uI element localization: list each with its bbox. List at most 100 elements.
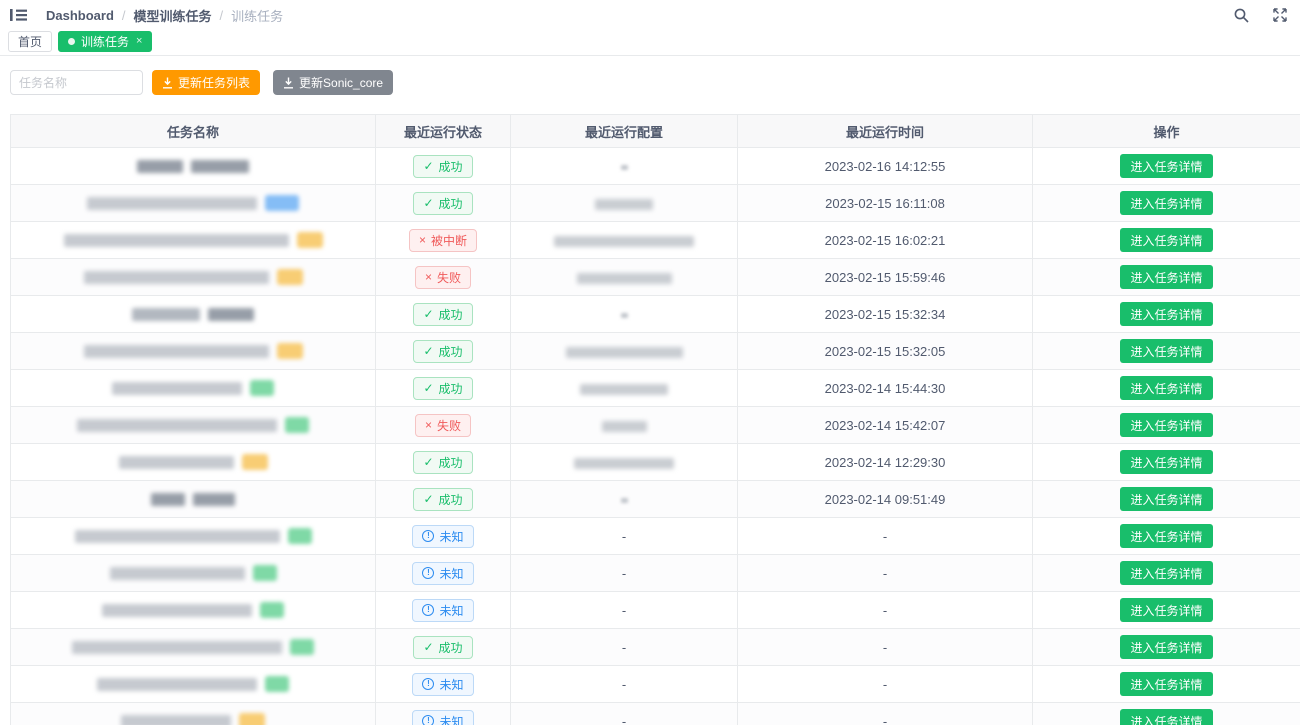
table-row: ✓成功 - - 进入任务详情 <box>11 629 1300 666</box>
enter-task-detail-button[interactable]: 进入任务详情 <box>1120 450 1212 474</box>
task-name-redacted <box>191 160 249 173</box>
config-redacted <box>621 165 628 170</box>
check-icon: ✓ <box>423 197 433 209</box>
enter-task-detail-button[interactable]: 进入任务详情 <box>1120 635 1212 659</box>
last-run-time: - <box>883 714 887 725</box>
enter-task-detail-button[interactable]: 进入任务详情 <box>1120 487 1212 511</box>
status-badge: ✓ 成功 <box>413 192 472 215</box>
task-name-redacted <box>75 530 280 543</box>
toolbar: 更新任务列表 更新Sonic_core <box>10 70 1290 95</box>
task-tag-redacted <box>250 380 274 396</box>
update-sonic-core-label: 更新Sonic_core <box>299 74 383 91</box>
enter-task-detail-button[interactable]: 进入任务详情 <box>1120 339 1212 363</box>
status-label: 未知 <box>439 602 463 619</box>
info-circle-icon: ! <box>422 567 434 579</box>
config-redacted <box>574 458 674 469</box>
task-tag-redacted <box>265 195 299 211</box>
task-tag-redacted <box>285 417 309 433</box>
update-sonic-core-button[interactable]: 更新Sonic_core <box>273 70 393 95</box>
check-icon: ✓ <box>423 641 433 653</box>
status-label: 未知 <box>439 676 463 693</box>
last-run-time: 2023-02-15 16:02:21 <box>825 233 946 248</box>
breadcrumb: Dashboard / 模型训练任务 / 训练任务 <box>46 6 283 25</box>
status-badge: ✓成功 <box>413 303 472 326</box>
enter-task-detail-button[interactable]: 进入任务详情 <box>1120 191 1212 215</box>
check-icon: ✓ <box>423 456 433 468</box>
fullscreen-icon[interactable] <box>1272 7 1288 23</box>
main-content: 更新任务列表 更新Sonic_core 任务名称最近运行状态最近运行配置最近运行… <box>0 56 1300 725</box>
task-name-redacted <box>110 567 245 580</box>
enter-task-detail-button[interactable]: 进入任务详情 <box>1120 672 1212 696</box>
status-badge: !未知 <box>412 673 473 696</box>
column-header-4: 操作 <box>1033 115 1300 148</box>
task-name-redacted <box>84 345 269 358</box>
table-row: ✓成功 2023-02-15 15:32:34 进入任务详情 <box>11 296 1300 333</box>
last-run-time: 2023-02-14 15:42:07 <box>825 418 946 433</box>
update-task-list-button[interactable]: 更新任务列表 <box>152 70 260 95</box>
table-row: !未知 - - 进入任务详情 <box>11 703 1300 725</box>
status-badge: ! 未知 <box>412 710 473 725</box>
table-row: ✓成功 2023-02-14 15:44:30 进入任务详情 <box>11 370 1300 407</box>
tab-training-tasks[interactable]: 训练任务 × <box>58 31 152 52</box>
table-row: ✓成功 2023-02-14 09:51:49 进入任务详情 <box>11 481 1300 518</box>
enter-task-detail-button[interactable]: 进入任务详情 <box>1120 265 1212 289</box>
task-name-redacted <box>64 234 289 247</box>
last-run-time: - <box>883 640 887 655</box>
table-row: ×失败 2023-02-14 15:42:07 进入任务详情 <box>11 407 1300 444</box>
enter-task-detail-button[interactable]: 进入任务详情 <box>1120 598 1212 622</box>
enter-task-detail-button[interactable]: 进入任务详情 <box>1120 154 1212 178</box>
enter-task-detail-button[interactable]: 进入任务详情 <box>1120 709 1212 725</box>
last-run-time: 2023-02-15 15:32:05 <box>825 344 946 359</box>
info-circle-icon: ! <box>422 715 434 725</box>
table-row: !未知 - - 进入任务详情 <box>11 555 1300 592</box>
config-empty-value: - <box>622 603 626 618</box>
task-name-redacted <box>119 456 234 469</box>
task-tag-redacted <box>242 454 268 470</box>
status-badge: ✓ 成功 <box>413 451 472 474</box>
download-icon <box>162 77 173 89</box>
task-tag-redacted <box>297 232 323 248</box>
sidebar-collapse-icon[interactable] <box>10 8 28 22</box>
status-badge: ✓成功 <box>413 488 472 511</box>
last-run-time: - <box>883 677 887 692</box>
tab-home[interactable]: 首页 <box>8 31 52 52</box>
status-label: 未知 <box>439 713 463 725</box>
status-label: 未知 <box>439 528 463 545</box>
status-label: 成功 <box>439 306 463 323</box>
enter-task-detail-button[interactable]: 进入任务详情 <box>1120 413 1212 437</box>
status-badge: !未知 <box>412 525 473 548</box>
status-label: 成功 <box>439 158 463 175</box>
config-redacted <box>595 199 653 210</box>
table-row: ✓成功 2023-02-14 12:29:30 进入任务详情 <box>11 444 1300 481</box>
status-badge: ✓成功 <box>413 340 472 363</box>
enter-task-detail-button[interactable]: 进入任务详情 <box>1120 228 1212 252</box>
check-icon: ✓ <box>423 160 433 172</box>
status-label: 未知 <box>439 565 463 582</box>
column-header-3: 最近运行时间 <box>738 115 1033 148</box>
config-empty-value: - <box>622 566 626 581</box>
task-name-redacted <box>84 271 269 284</box>
breadcrumb-item-model-training[interactable]: 模型训练任务 <box>134 6 212 25</box>
task-name-redacted <box>137 160 183 173</box>
column-header-2: 最近运行配置 <box>511 115 738 148</box>
config-redacted <box>577 273 672 284</box>
check-icon: ✓ <box>423 382 433 394</box>
status-label: 成功 <box>439 454 463 471</box>
enter-task-detail-button[interactable]: 进入任务详情 <box>1120 376 1212 400</box>
table-row: !未知 - - 进入任务详情 <box>11 518 1300 555</box>
task-tag-redacted <box>290 639 314 655</box>
task-tag-redacted <box>288 528 312 544</box>
config-empty-value: - <box>622 677 626 692</box>
status-label: 成功 <box>439 195 463 212</box>
breadcrumb-item-dashboard[interactable]: Dashboard <box>46 8 114 23</box>
task-tag-redacted <box>277 343 303 359</box>
task-name-search-input[interactable] <box>10 70 143 95</box>
status-badge: ×失败 <box>415 266 471 289</box>
search-icon[interactable] <box>1233 7 1250 24</box>
enter-task-detail-button[interactable]: 进入任务详情 <box>1120 524 1212 548</box>
training-tasks-table: 任务名称最近运行状态最近运行配置最近运行时间操作 ✓成功 2023-02-16 … <box>10 114 1300 725</box>
enter-task-detail-button[interactable]: 进入任务详情 <box>1120 561 1212 585</box>
tab-close-icon[interactable]: × <box>136 36 142 47</box>
enter-task-detail-button[interactable]: 进入任务详情 <box>1120 302 1212 326</box>
top-header-bar: Dashboard / 模型训练任务 / 训练任务 <box>0 0 1300 28</box>
